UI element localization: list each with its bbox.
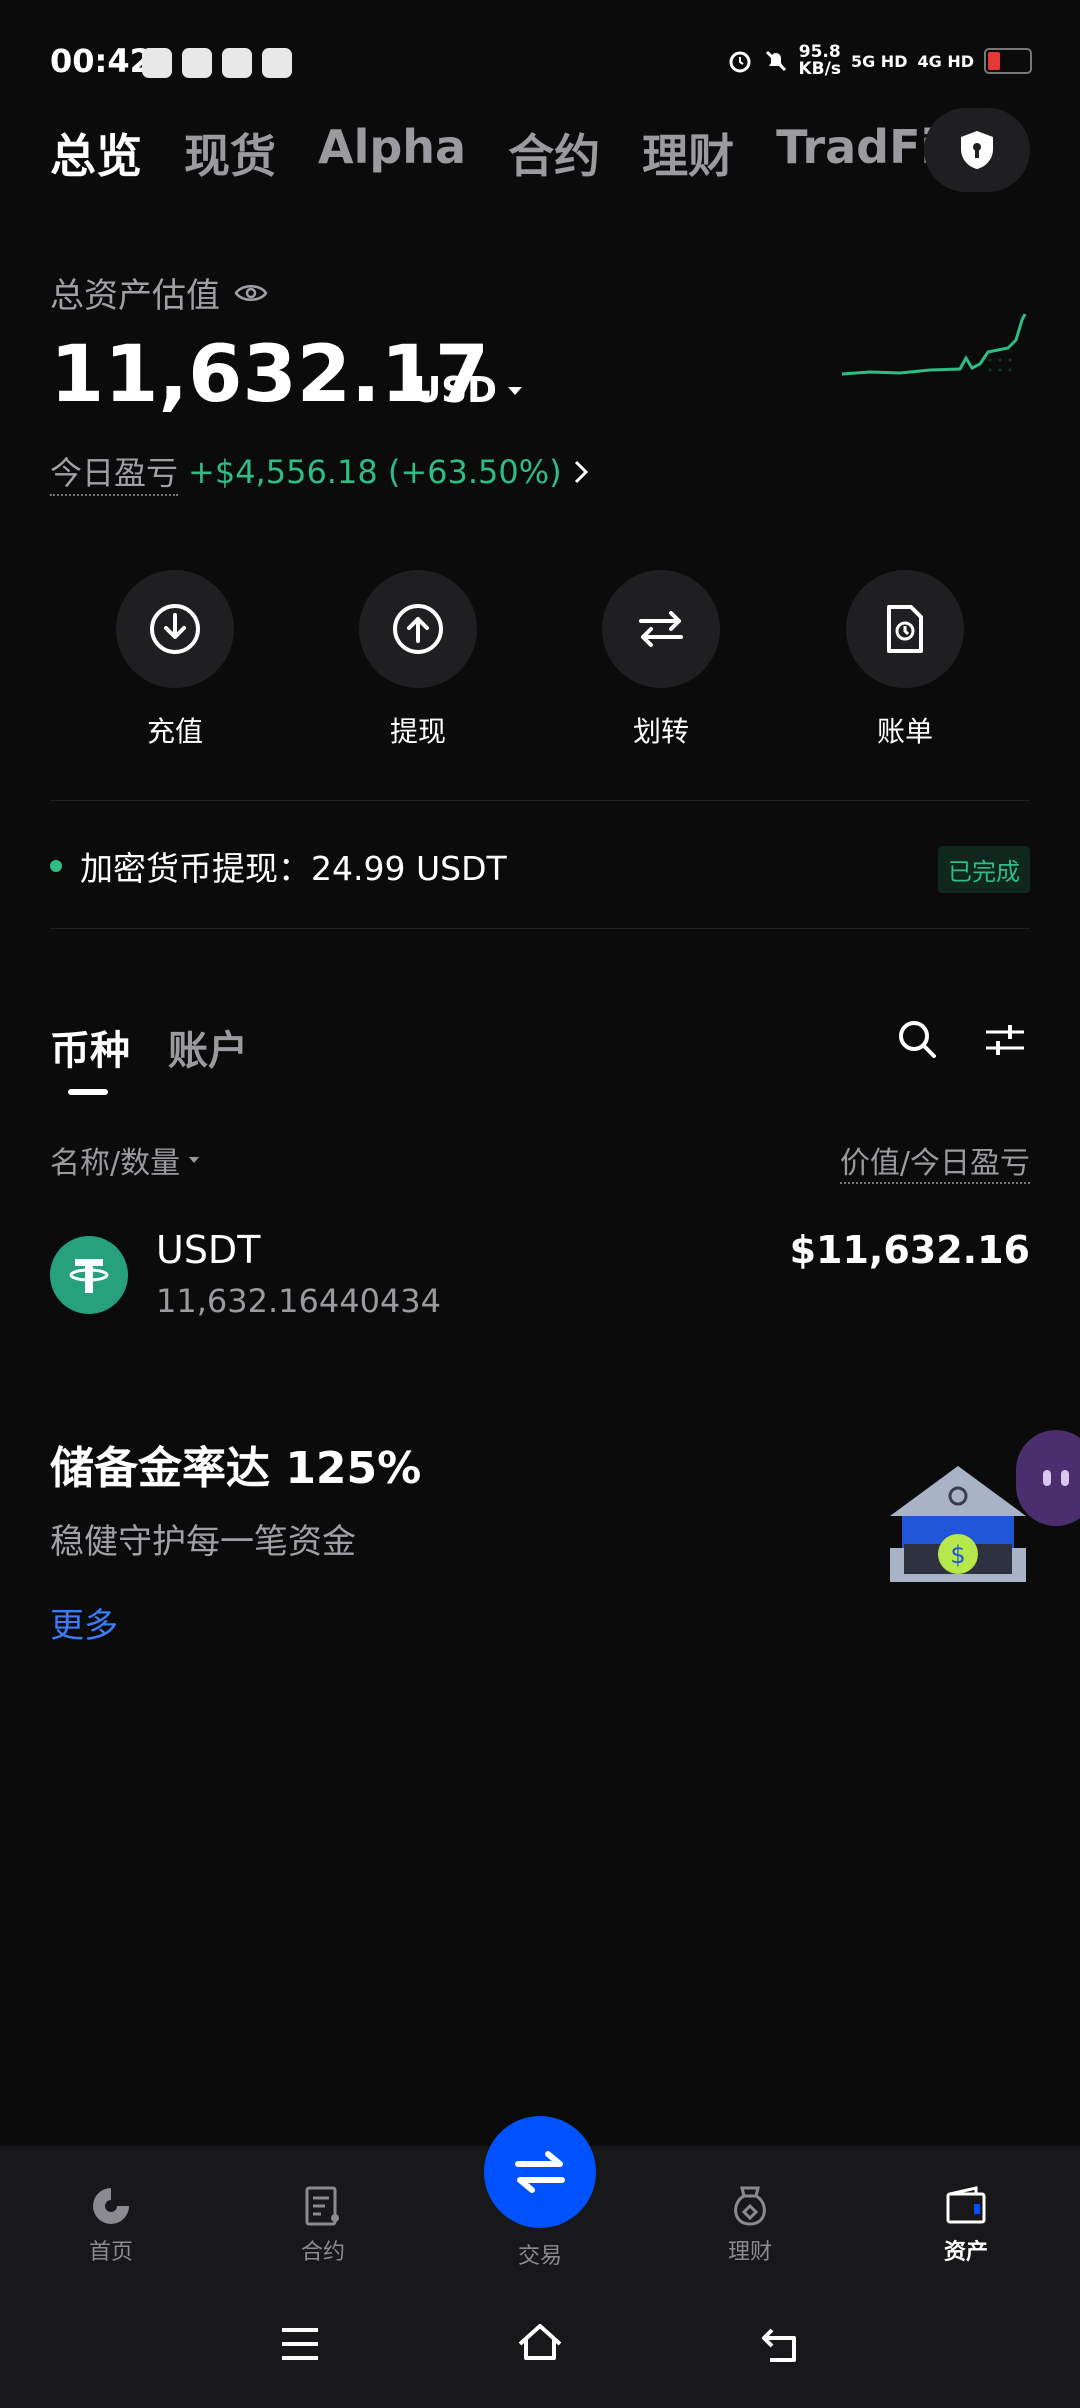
tether-icon — [69, 1259, 109, 1293]
currency-label: USD — [412, 370, 498, 411]
transfer-label: 划转 — [632, 715, 689, 748]
nav-earn-label: 理财 — [727, 2240, 772, 2265]
nav-earn[interactable]: 理财 — [690, 2184, 810, 2266]
bill-icon — [887, 605, 923, 653]
battery-icon — [984, 48, 1032, 74]
status-dot — [50, 860, 62, 872]
deposit-action[interactable]: 充值 — [115, 570, 235, 750]
pnl-value: +$4,556.18 (+63.50%) — [188, 453, 562, 491]
mute-icon — [765, 50, 786, 72]
net-type-2: 4G HD — [917, 51, 974, 71]
today-pnl[interactable]: 今日盈亏 +$4,556.18 (+63.50%) — [50, 448, 590, 496]
status-right: 95.8 KB/s 5G HD 4G HD — [727, 44, 1032, 78]
transfer-button[interactable] — [602, 570, 720, 688]
home-icon — [93, 2188, 129, 2224]
tab-accounts[interactable]: 账户 — [168, 1018, 248, 1076]
transfer-icon — [639, 611, 683, 647]
search-icon[interactable] — [896, 1018, 938, 1060]
divider — [50, 800, 1030, 801]
back-icon[interactable] — [758, 2324, 802, 2364]
coin-amount: 11,632.16440434 — [156, 1282, 442, 1320]
security-button[interactable] — [924, 108, 1030, 192]
bank-illustration-icon: $ — [890, 1466, 1026, 1582]
filter-icon[interactable] — [984, 1020, 1026, 1060]
net-speed-unit: KB/s — [798, 59, 841, 79]
total-assets-label-text: 总资产估值 — [50, 276, 220, 316]
name-amount-header: 名称/数量 — [50, 1146, 181, 1181]
tab-futures[interactable]: 合约 — [508, 120, 600, 186]
alarm-icon — [729, 51, 750, 73]
message-notification-icon — [222, 48, 252, 78]
balance-sparkline[interactable] — [840, 300, 1030, 390]
tab-coins[interactable]: 币种 — [50, 1018, 130, 1076]
svg-text:$: $ — [950, 1541, 965, 1569]
shield-lock-icon — [961, 131, 993, 169]
caret-down-icon — [189, 1157, 200, 1163]
withdraw-button[interactable] — [359, 570, 477, 688]
eye-icon[interactable] — [234, 282, 268, 304]
bot-eye — [1043, 1470, 1051, 1486]
nav-home-label: 首页 — [88, 2240, 133, 2265]
nav-home[interactable]: 首页 — [51, 2184, 171, 2266]
chevron-right-icon — [574, 460, 588, 484]
tab-overview[interactable]: 总览 — [50, 120, 142, 186]
bill-action[interactable]: 账单 — [845, 570, 965, 750]
home-nav-icon[interactable] — [516, 2322, 564, 2362]
assistant-bubble[interactable] — [1016, 1430, 1080, 1526]
net-speed: 95.8 KB/s — [799, 44, 841, 78]
menu-icon[interactable] — [280, 2326, 320, 2362]
notification-icons — [142, 48, 292, 78]
withdraw-label: 提现 — [389, 715, 446, 748]
deposit-label: 充值 — [146, 715, 203, 748]
withdraw-action[interactable]: 提现 — [358, 570, 478, 750]
reserve-subtitle: 稳健守护每一笔资金 — [50, 1522, 356, 1562]
bot-eye — [1061, 1470, 1069, 1486]
wallet-icon — [946, 2186, 986, 2224]
app-notification-icon — [142, 48, 172, 78]
currency-selector[interactable]: USD — [412, 370, 523, 411]
bill-label: 账单 — [876, 715, 933, 748]
reserve-title: 储备金率达 125% — [50, 1443, 422, 1494]
transfer-action[interactable]: 划转 — [601, 570, 721, 750]
withdraw-icon — [393, 604, 443, 654]
coin-value: $11,632.16 — [789, 1228, 1030, 1272]
status-badge: 已完成 — [938, 846, 1030, 893]
sort-by-name[interactable]: 名称/数量 — [50, 1138, 200, 1182]
futures-icon — [305, 2186, 339, 2226]
nav-assets[interactable]: 资产 — [906, 2184, 1026, 2266]
qq-notification-icon — [262, 48, 292, 78]
value-pnl-header[interactable]: 价值/今日盈亏 — [839, 1138, 1030, 1184]
tab-indicator — [68, 1089, 108, 1095]
deposit-button[interactable] — [116, 570, 234, 688]
nav-trade-label[interactable]: 交易 — [480, 2238, 600, 2270]
coin-symbol[interactable]: USDT — [156, 1228, 260, 1272]
status-time: 00:42 — [50, 42, 152, 80]
top-tabs: 总览 现货 Alpha 合约 理财 TradFi — [50, 120, 936, 186]
more-link[interactable]: 更多 — [50, 1598, 118, 1647]
total-assets-label: 总资产估值 — [50, 268, 268, 317]
nav-futures[interactable]: 合约 — [263, 2184, 383, 2266]
usdt-logo — [50, 1236, 128, 1314]
notice-text: 加密货币提现：24.99 USDT — [80, 849, 507, 888]
asset-tabs: 币种 账户 — [50, 1018, 248, 1076]
deposit-icon — [150, 604, 200, 654]
net-type-1: 5G HD — [850, 51, 908, 71]
withdrawal-notice[interactable]: 加密货币提现：24.99 USDT — [50, 842, 507, 890]
nav-futures-label: 合约 — [300, 2240, 345, 2265]
trade-button[interactable] — [484, 2116, 596, 2228]
pnl-label: 今日盈亏 — [50, 448, 179, 496]
tab-tradfi[interactable]: TradFi — [776, 120, 936, 186]
tab-alpha[interactable]: Alpha — [318, 120, 466, 186]
nav-assets-label: 资产 — [943, 2240, 988, 2265]
trade-icon — [515, 2151, 565, 2193]
earn-icon — [734, 2186, 766, 2226]
bill-button[interactable] — [846, 570, 964, 688]
mail-notification-icon — [182, 48, 212, 78]
tab-earn[interactable]: 理财 — [642, 120, 734, 186]
divider — [50, 928, 1030, 929]
caret-down-icon — [508, 386, 523, 395]
tab-spot[interactable]: 现货 — [184, 120, 276, 186]
